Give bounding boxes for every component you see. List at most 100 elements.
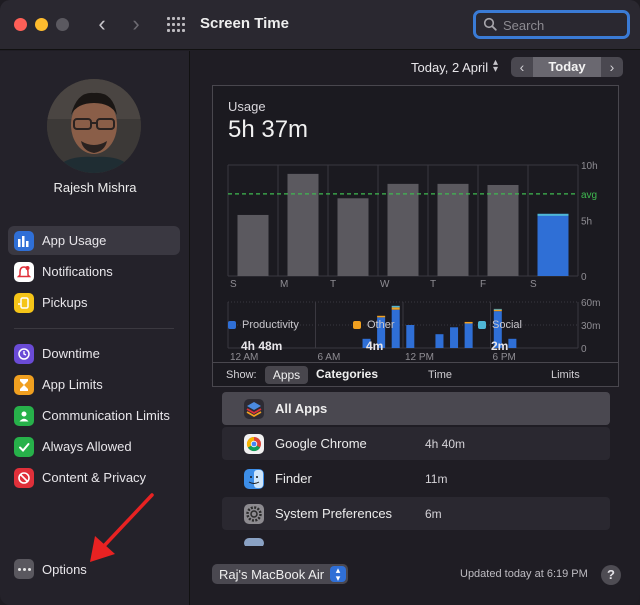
app-row-google-chrome[interactable]: Google Chrome 4h 40m <box>222 427 610 460</box>
show-all-grid-icon[interactable] <box>167 17 185 33</box>
column-header-limits[interactable]: Limits <box>551 369 580 381</box>
person-icon <box>14 405 34 426</box>
hourly-bar <box>450 327 459 348</box>
chrome-icon <box>244 433 264 454</box>
gear-icon <box>244 503 264 524</box>
hourly-bar <box>391 305 400 308</box>
other-value: 4m <box>366 339 384 353</box>
sidebar-item-label: Communication Limits <box>42 408 170 423</box>
no-entry-icon <box>14 467 34 488</box>
hourly-x-label: 12 AM <box>230 352 258 363</box>
user-photo-icon <box>47 79 141 173</box>
show-label: Show: <box>226 369 257 381</box>
weekly-bar <box>537 213 569 276</box>
legend-label: Productivity <box>242 319 299 331</box>
options-button[interactable]: Options <box>8 556 180 582</box>
hourly-bar <box>493 309 502 312</box>
weekly-x-label: W <box>380 279 390 290</box>
legend-swatch <box>353 321 361 329</box>
sidebar-item-content-privacy[interactable]: Content & Privacy <box>8 463 180 492</box>
main-panel: Today, 2 April ▴ ▾ ‹ Today › Usage 5h 37m… <box>191 51 640 605</box>
sidebar-item-label: Always Allowed <box>42 439 132 454</box>
hourly-bar <box>391 307 400 310</box>
hourly-bar <box>406 325 415 348</box>
hourly-bar <box>508 338 517 348</box>
search-box[interactable] <box>473 10 630 39</box>
close-window-button[interactable] <box>14 18 27 31</box>
hourly-x-label: 6 AM <box>318 352 341 363</box>
sidebar-item-label: App Usage <box>42 233 107 248</box>
next-day-button[interactable]: › <box>601 57 623 77</box>
legend-swatch <box>478 321 486 329</box>
search-icon <box>483 17 497 31</box>
search-input[interactable] <box>503 16 623 34</box>
minimize-window-button[interactable] <box>35 18 48 31</box>
app-time: 4h 40m <box>425 436 466 451</box>
legend-swatch <box>228 321 236 329</box>
pickup-icon <box>14 292 34 313</box>
app-row-partial <box>222 532 610 546</box>
sidebar: Rajesh Mishra App Usage Notifications Pi… <box>0 51 190 605</box>
column-header-time[interactable]: Time <box>428 369 452 381</box>
sidebar-item-downtime[interactable]: Downtime <box>8 339 180 368</box>
hourly-bar <box>493 308 502 310</box>
zoom-window-button[interactable] <box>56 18 69 31</box>
average-label: avg <box>581 190 597 201</box>
hourly-y-tick: 0 <box>581 344 587 355</box>
weekly-bar <box>437 183 469 276</box>
device-selector[interactable]: Raj's MacBook Air ▴ ▾ <box>212 564 348 584</box>
previous-day-button[interactable]: ‹ <box>511 57 533 77</box>
stack-icon <box>244 398 264 419</box>
device-label: Raj's MacBook Air <box>219 566 325 582</box>
legend-label: Other <box>367 319 395 331</box>
hourly-y-tick: 30m <box>581 321 600 332</box>
legend-other: Other <box>353 319 395 331</box>
title-bar: ‹ › Screen Time <box>0 0 640 50</box>
app-name: Google Chrome <box>275 436 367 451</box>
app-name: Finder <box>275 471 312 486</box>
sidebar-item-always-allowed[interactable]: Always Allowed <box>8 432 180 461</box>
back-button[interactable]: ‹ <box>90 12 114 38</box>
sidebar-item-app-usage[interactable]: App Usage <box>8 226 180 255</box>
ellipsis-icon <box>14 559 34 579</box>
weekly-bar-top <box>537 213 569 216</box>
finder-icon <box>244 468 264 489</box>
weekly-y-tick: 0 <box>581 272 587 283</box>
app-row-finder[interactable]: Finder 11m <box>222 462 610 495</box>
app-row-all-apps[interactable]: All Apps <box>222 392 610 425</box>
app-name: System Preferences <box>275 506 393 521</box>
today-button[interactable]: Today <box>533 57 601 77</box>
weekly-bar <box>337 198 369 276</box>
hourly-bar <box>435 334 444 348</box>
forward-button[interactable]: › <box>124 12 148 38</box>
help-button[interactable]: ? <box>601 565 621 585</box>
date-updown-icon[interactable]: ▴ ▾ <box>493 58 498 75</box>
sidebar-item-label: Notifications <box>42 264 113 279</box>
tab-categories[interactable]: Categories <box>316 367 378 381</box>
user-name: Rajesh Mishra <box>53 180 137 195</box>
window-title: Screen Time <box>200 15 289 32</box>
screen-time-window: ‹ › Screen Time Search Rajesh Mishra App… <box>0 0 640 605</box>
sidebar-item-label: App Limits <box>42 377 103 392</box>
weekly-bar <box>287 173 319 276</box>
sidebar-item-pickups[interactable]: Pickups <box>8 288 180 317</box>
sidebar-item-notifications[interactable]: Notifications <box>8 257 180 286</box>
date-label[interactable]: Today, 2 April <box>411 60 488 75</box>
weekly-x-label: S <box>230 279 237 290</box>
hourly-bar <box>464 323 473 348</box>
usage-panel: Usage 5h 37m 10h 5h 0 S M T W T F Savg 60m 30m 0 12 A… <box>212 85 619 363</box>
app-row-system-preferences[interactable]: System Preferences 6m <box>222 497 610 530</box>
hourly-bar <box>377 315 386 318</box>
app-time: 6m <box>425 506 442 521</box>
hourly-x-label: 12 PM <box>405 352 434 363</box>
sidebar-item-communication-limits[interactable]: Communication Limits <box>8 401 180 430</box>
avatar[interactable] <box>47 79 141 173</box>
productivity-value: 4h 48m <box>241 339 283 353</box>
tab-apps[interactable]: Apps <box>265 366 308 384</box>
weekly-y-tick: 10h <box>581 161 598 172</box>
sidebar-item-label: Content & Privacy <box>42 470 147 485</box>
bar-chart-icon <box>14 230 34 251</box>
check-icon <box>14 436 34 457</box>
options-label: Options <box>42 561 87 577</box>
sidebar-item-app-limits[interactable]: App Limits <box>8 370 180 399</box>
